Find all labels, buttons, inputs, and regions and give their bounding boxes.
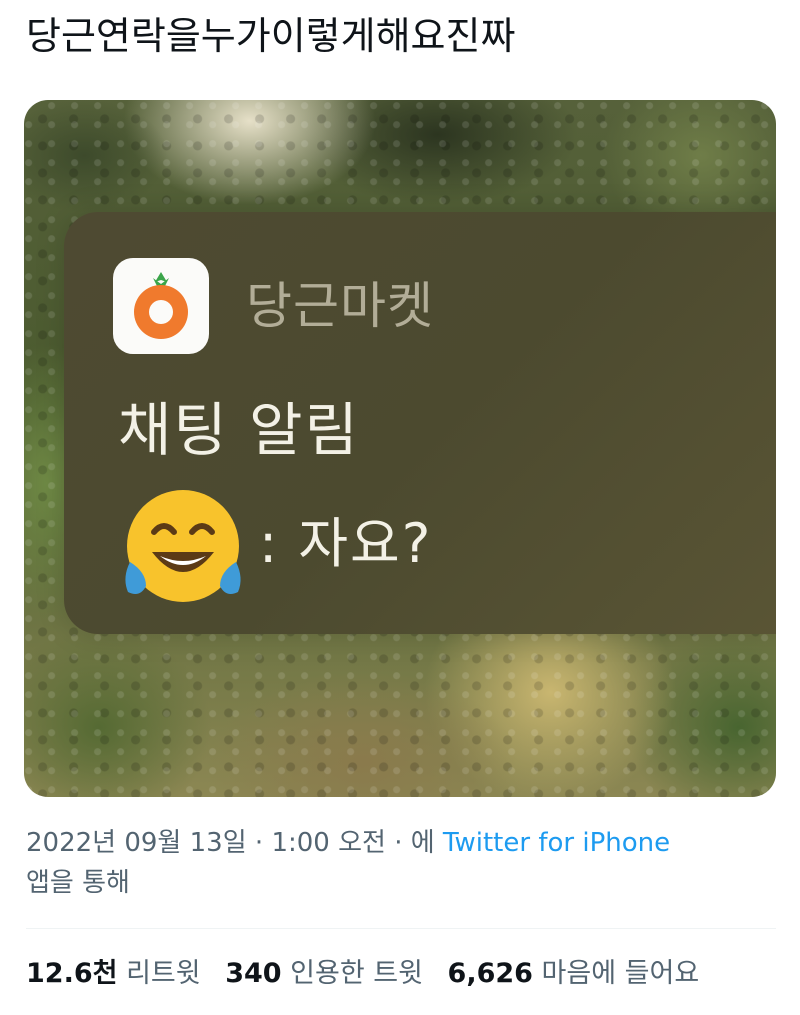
quotes-stat[interactable]: 340 인용한 트윗 [225,958,423,989]
meta-separator: · [246,828,272,858]
retweets-count: 12.6천 [26,958,118,989]
tweet-metadata: 2022년 09월 13일 · 1:00 오전 · 에 Twitter for … [26,823,766,903]
tweet-media-image[interactable]: 당근마켓 채팅 알림 : 자요? [24,100,776,797]
divider [26,928,776,929]
via-suffix: 앱을 통해 [26,868,130,898]
retweets-label: 리트윗 [126,958,201,989]
tweet-time[interactable]: 1:00 오전 [271,828,386,858]
face-with-tears-of-joy-icon [118,482,248,612]
notification-title: 채팅 알림 [118,396,360,464]
app-name: 당근마켓 [246,277,434,335]
quotes-label: 인용한 트윗 [290,958,423,989]
tweet-text: 당근연락을누가이렇게해요진짜 [26,14,516,58]
carrot-market-icon [113,258,209,354]
via-prefix: 에 [410,828,443,858]
tweet-date[interactable]: 2022년 09월 13일 [26,828,247,858]
tweet-stats: 12.6천 리트윗 340 인용한 트윗 6,626 마음에 들어요 [26,952,715,996]
retweets-stat[interactable]: 12.6천 리트윗 [26,958,201,989]
likes-count: 6,626 [447,958,533,989]
source-link[interactable]: Twitter for iPhone [443,828,670,858]
push-notification-banner: 당근마켓 채팅 알림 : 자요? [64,212,776,634]
quotes-count: 340 [225,958,282,989]
meta-separator: · [385,828,411,858]
likes-label: 마음에 들어요 [541,958,700,989]
likes-stat[interactable]: 6,626 마음에 들어요 [448,958,700,989]
notification-message: : 자요? [259,512,433,575]
